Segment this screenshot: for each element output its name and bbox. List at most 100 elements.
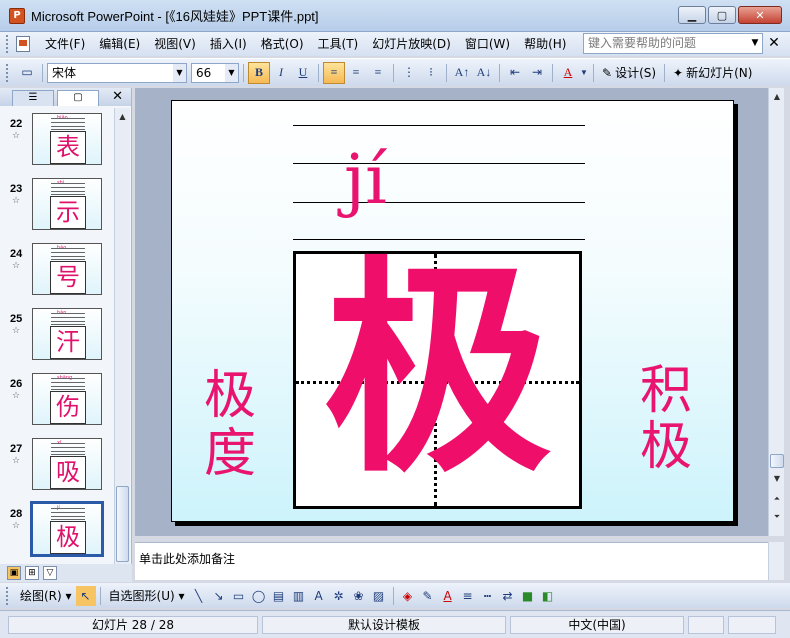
tab-slides[interactable]: ▢	[57, 90, 99, 106]
font-name-select[interactable]: 宋体 ▼	[47, 62, 187, 83]
decrease-indent-icon[interactable]: ⇤	[504, 62, 526, 84]
line-icon[interactable]: ╲	[189, 586, 209, 606]
line-color-icon[interactable]: ✎	[418, 586, 438, 606]
new-slide-button[interactable]: ✦ 新幻灯片(N)	[669, 62, 756, 84]
slide-thumbnail[interactable]: 27☆ xī吸	[0, 438, 114, 502]
slide-preview[interactable]: shì示	[32, 178, 102, 230]
fill-color-icon[interactable]: ◈	[398, 586, 418, 606]
menu-slideshow[interactable]: 幻灯片放映(D)	[365, 33, 458, 55]
close-document-icon[interactable]: ✕	[766, 34, 782, 52]
align-left-icon[interactable]: ≡	[323, 61, 345, 84]
underline-button[interactable]: U	[292, 62, 314, 84]
vertical-textbox-icon[interactable]: ▥	[289, 586, 309, 606]
rectangle-icon[interactable]: ▭	[229, 586, 249, 606]
menu-insert[interactable]: 插入(I)	[203, 33, 254, 55]
dash-style-icon[interactable]: ┅	[478, 586, 498, 606]
slide-preview[interactable]: hào号	[32, 243, 102, 295]
editor-scrollbar[interactable]: ▲ ▼ ⏶ ⏷	[768, 88, 784, 536]
font-color-icon[interactable]: A	[438, 586, 458, 606]
increase-indent-icon[interactable]: ⇥	[526, 62, 548, 84]
increase-font-icon[interactable]: A↑	[451, 62, 473, 84]
menu-format[interactable]: 格式(O)	[254, 33, 311, 55]
separator	[42, 63, 43, 82]
slide-thumbnail[interactable]: 28☆ jí极	[0, 501, 114, 564]
align-center-icon[interactable]: ≡	[345, 62, 367, 84]
italic-button[interactable]: I	[270, 62, 292, 84]
slide-thumbnail[interactable]: 24☆ hào号	[0, 243, 114, 307]
notes-pane[interactable]: 单击此处添加备注	[135, 542, 768, 580]
arrow-icon[interactable]: ↘	[209, 586, 229, 606]
menu-view[interactable]: 视图(V)	[147, 33, 203, 55]
chevron-down-icon[interactable]: ▼	[748, 34, 762, 53]
toolbar-grip[interactable]	[6, 586, 10, 605]
decrease-font-icon[interactable]: A↓	[473, 62, 495, 84]
word-left[interactable]: 极度	[200, 367, 260, 483]
scroll-up-icon[interactable]: ▲	[770, 90, 784, 104]
menu-window[interactable]: 窗口(W)	[458, 33, 517, 55]
document-icon[interactable]	[16, 36, 30, 52]
slide-preview[interactable]: biǎo表	[32, 113, 102, 165]
slide-thumbnail[interactable]: 22☆ biǎo表	[0, 113, 114, 177]
menu-edit[interactable]: 编辑(E)	[92, 33, 147, 55]
menu-file[interactable]: 文件(F)	[38, 33, 92, 55]
3d-icon[interactable]: ◧	[538, 586, 558, 606]
autoshapes-button[interactable]: 自选图形(U) ▾	[105, 586, 189, 606]
slide-preview[interactable]: shāng伤	[32, 373, 102, 425]
draw-menu-button[interactable]: 绘图(R) ▾	[16, 586, 76, 606]
font-size-select[interactable]: 66 ▼	[191, 62, 239, 83]
word-right[interactable]: 积极	[636, 363, 696, 475]
slide-thumbnail[interactable]: 25☆ hàn汗	[0, 308, 114, 372]
clipart-icon[interactable]: ❀	[349, 586, 369, 606]
chevron-down-icon[interactable]: ▼	[579, 62, 589, 84]
slide-sorter-icon[interactable]: ⊞	[25, 566, 39, 580]
minimize-button[interactable]: ▁	[678, 6, 706, 24]
close-button[interactable]: ✕	[738, 6, 782, 24]
pinyin-text[interactable]: jí	[344, 141, 444, 221]
font-color-icon[interactable]: A	[557, 62, 579, 84]
numbering-icon[interactable]: ⋮	[398, 62, 420, 84]
scrollbar-thumb[interactable]	[116, 486, 129, 562]
slide-preview[interactable]: jí极	[30, 501, 104, 557]
normal-view-icon[interactable]: ▣	[7, 566, 21, 580]
wordart-icon[interactable]: A	[309, 586, 329, 606]
thumb-grid: 吸	[50, 456, 86, 489]
tab-outline[interactable]: ☰	[12, 90, 54, 106]
current-slide[interactable]: jí 极 极度 积极	[171, 100, 734, 522]
slides-scrollbar[interactable]: ▲	[114, 108, 130, 564]
menu-tools[interactable]: 工具(T)	[311, 33, 366, 55]
slide-thumbnail[interactable]: 23☆ shì示	[0, 178, 114, 242]
new-document-icon[interactable]: ▭	[16, 62, 38, 84]
bullets-icon[interactable]: ⁝	[420, 62, 442, 84]
main-character[interactable]: 极	[296, 240, 579, 500]
slide-preview[interactable]: hàn汗	[32, 308, 102, 360]
slideshow-icon[interactable]: ▽	[43, 566, 57, 580]
toolbar-grip[interactable]	[6, 63, 10, 82]
character-grid[interactable]: 极	[293, 240, 582, 509]
menu-help[interactable]: 帮助(H)	[517, 33, 573, 55]
scrollbar-thumb[interactable]	[770, 454, 784, 468]
scroll-up-icon[interactable]: ▲	[116, 110, 129, 124]
slide-thumbnail[interactable]: 26☆ shāng伤	[0, 373, 114, 437]
shadow-icon[interactable]: ■	[518, 586, 538, 606]
oval-icon[interactable]: ◯	[249, 586, 269, 606]
scroll-down-icon[interactable]: ▼	[770, 472, 784, 486]
slide-preview[interactable]: xī吸	[32, 438, 102, 490]
chevron-down-icon[interactable]: ▼	[225, 63, 238, 82]
picture-icon[interactable]: ▨	[369, 586, 389, 606]
next-slide-icon[interactable]: ⏷	[770, 510, 784, 524]
diagram-icon[interactable]: ✲	[329, 586, 349, 606]
align-right-icon[interactable]: ≡	[367, 62, 389, 84]
previous-slide-icon[interactable]: ⏶	[770, 492, 784, 506]
line-style-icon[interactable]: ≡	[458, 586, 478, 606]
textbox-icon[interactable]: ▤	[269, 586, 289, 606]
close-icon[interactable]: ✕	[112, 89, 123, 105]
arrow-style-icon[interactable]: ⇄	[498, 586, 518, 606]
bold-button[interactable]: B	[248, 61, 270, 84]
chevron-down-icon[interactable]: ▼	[173, 63, 186, 82]
maximize-button[interactable]: ▢	[708, 6, 736, 24]
select-cursor-icon[interactable]: ↖	[75, 585, 96, 606]
notes-scrollbar[interactable]	[768, 542, 784, 580]
design-button[interactable]: ✎ 设计(S)	[598, 62, 660, 84]
toolbar-grip[interactable]	[6, 35, 10, 53]
help-search-input[interactable]: 键入需要帮助的问题 ▼	[583, 33, 763, 54]
